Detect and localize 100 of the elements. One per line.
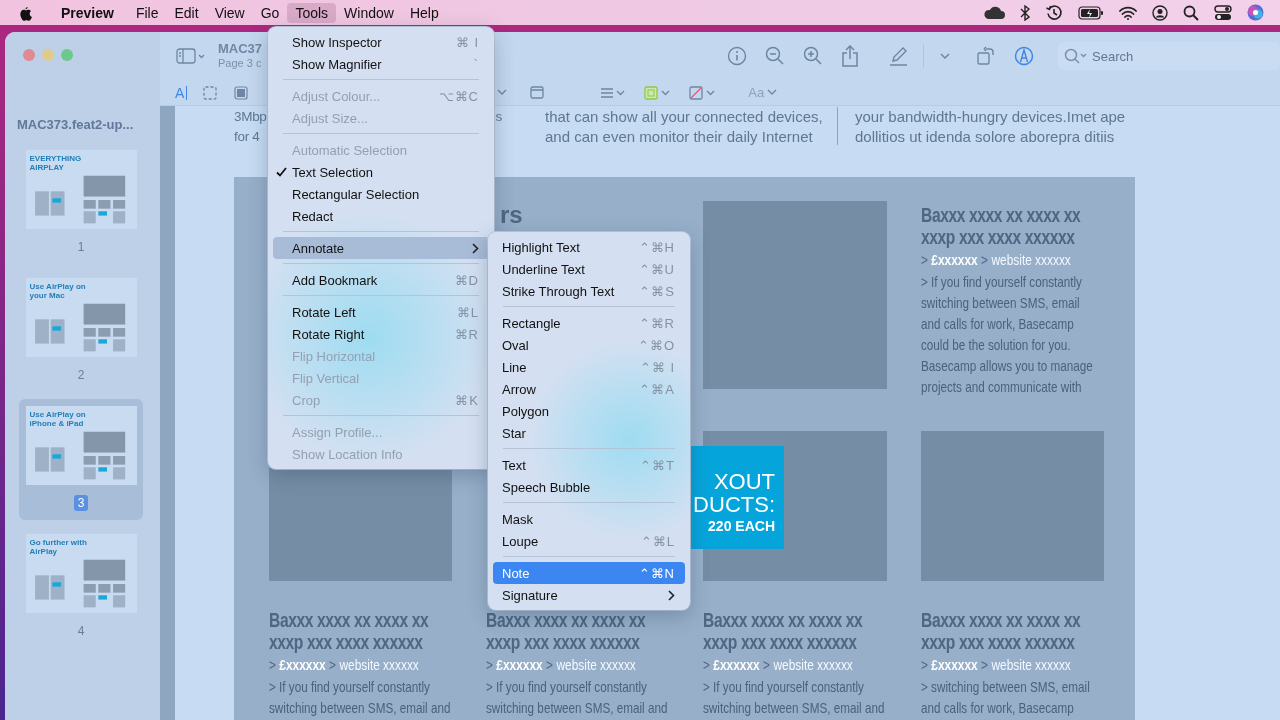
menu-item-label: Adjust Colour... <box>292 88 381 104</box>
promo-text: 220 EACH <box>708 517 775 536</box>
article-headline: xxxp xxx xxxx xxxxxx <box>703 631 857 653</box>
menu-item[interactable]: Loupe ⌃⌘L <box>493 530 685 552</box>
shortcut-text: ⌃⌘H <box>638 239 675 255</box>
menu-item[interactable]: Highlight Text ⌃⌘H <box>493 236 685 258</box>
article-text: switching between SMS, email and <box>269 698 451 718</box>
article-headline: xxxp xxx xxxx xxxxxx <box>921 631 1075 653</box>
article-text: > If you find yourself constantly <box>269 677 430 697</box>
menu-item-label: Arrow <box>502 381 536 397</box>
chevron-text: > <box>329 656 337 675</box>
author-name: £xxxxxx <box>931 656 978 675</box>
menu-item-label: Show Magnifier <box>292 56 382 72</box>
menu-item-label: Highlight Text <box>502 239 580 255</box>
shortcut-text: ⌃⌘A <box>639 381 675 397</box>
menu-item[interactable]: Arrow ⌃⌘A <box>493 378 685 400</box>
menu-item-label: Automatic Selection <box>292 142 407 158</box>
menu-bar-item[interactable]: Window <box>336 2 402 23</box>
menu-item[interactable]: Rotate Left ⌘L <box>273 301 489 323</box>
article-text: switching between SMS, email <box>921 293 1080 313</box>
menu-item[interactable]: Rectangular Selection <box>273 183 489 205</box>
menu-item-label: Redact <box>292 208 334 224</box>
article-text: > If you find yourself constantly <box>703 677 864 697</box>
menu-item[interactable]: Mask <box>493 508 685 530</box>
shortcut-text: ⌃⌘L <box>640 533 675 549</box>
article-text: > If you find yourself constantly <box>921 272 1082 292</box>
article-text: and calls for work, Basecamp <box>921 314 1074 334</box>
menu-item[interactable]: Show Magnifier ` <box>273 53 489 75</box>
menu-item-label: Strike Through Text <box>502 283 615 299</box>
menu-item-label: Line <box>502 359 527 375</box>
menu-bar-item[interactable]: Tools <box>287 2 337 23</box>
body-text: your bandwidth-hungry devices.Imet ape <box>855 108 1126 125</box>
menu-item[interactable]: Line ⌃⌘ I <box>493 356 685 378</box>
shortcut-text: ⌘D <box>454 272 479 288</box>
article-headline: xxxp xxx xxxx xxxxxx <box>486 631 640 653</box>
menu-item-label: Signature <box>502 587 558 603</box>
menu-bar-item[interactable]: Edit <box>166 2 207 23</box>
menu-bar-item[interactable]: View <box>206 2 253 23</box>
article-text: switching between SMS, email and <box>486 698 668 718</box>
body-text: for 4 <box>234 128 260 146</box>
body-text: dollitios ut idenda solore aborepra ditiis <box>855 128 1115 145</box>
app-menu[interactable]: Preview <box>53 2 122 23</box>
chevron-text: > <box>981 251 989 270</box>
thumbnail-heading: Use AirPlay on iPhone & iPad <box>29 410 87 428</box>
author-name: £xxxxxx <box>279 656 326 675</box>
menu-item-label: Star <box>502 425 526 441</box>
page-number: 3 <box>73 495 89 511</box>
menu-item-label: Mask <box>502 511 534 527</box>
menu-item[interactable]: Text ⌃⌘T <box>493 454 685 476</box>
shortcut-text: ⌥⌘C <box>438 88 479 104</box>
menu-item-label: Note <box>502 565 530 581</box>
article-headline: xxxp xxx xxxx xxxxxx <box>269 631 423 653</box>
menu-bar-item[interactable]: Help <box>401 2 447 23</box>
menu-item[interactable]: Polygon <box>493 400 685 422</box>
thumbnail-heading: EVERYTHING AIRPLAY <box>29 154 83 172</box>
menu-item[interactable]: Oval ⌃⌘O <box>493 334 685 356</box>
chevron-text: > <box>703 656 710 675</box>
page-number: 4 <box>76 623 86 639</box>
menu-item[interactable]: Star <box>493 422 685 444</box>
shortcut-text: ⌃⌘T <box>640 457 675 473</box>
shortcut-text: ⌘ I <box>455 34 479 50</box>
shortcut-text: ⌃⌘O <box>637 337 675 353</box>
menu-bar-item[interactable]: File <box>127 2 167 23</box>
shortcut-text: ⌘L <box>456 304 479 320</box>
promo-text: XOUT <box>713 470 775 493</box>
page-number: 2 <box>76 367 86 383</box>
article-headline: Baxxx xxxx xx xxxx xx <box>921 609 1081 631</box>
search-field[interactable]: Search <box>1058 42 1280 70</box>
menu-item[interactable]: Rotate Right ⌘R <box>273 323 489 345</box>
menu-item[interactable]: Show Inspector ⌘ I <box>273 31 489 53</box>
menu-item[interactable]: Speech Bubble <box>493 476 685 498</box>
menu-item-label: Add Bookmark <box>292 272 378 288</box>
menu-item[interactable]: Note ⌃⌘N <box>493 562 685 584</box>
menu-item[interactable]: Underline Text ⌃⌘U <box>493 258 685 280</box>
menu-item[interactable]: Strike Through Text ⌃⌘S <box>493 280 685 302</box>
menu-item[interactable]: Text Selection <box>273 161 489 183</box>
page-number: 1 <box>76 239 86 255</box>
menu-item[interactable]: Signature <box>493 584 685 606</box>
author-name: £xxxxxx <box>931 251 978 270</box>
menu-item-label: Underline Text <box>502 261 585 277</box>
shortcut-text: ` <box>473 56 479 72</box>
menu-item-label: Flip Horizontal <box>292 348 376 364</box>
article-headline: Baxxx xxxx xx xxxx xx <box>486 609 646 631</box>
menu-item[interactable]: Annotate <box>273 237 489 259</box>
thumbnail-heading: Use AirPlay on your Mac <box>29 282 87 300</box>
menu-item-label: Show Location Info <box>292 446 403 462</box>
menu-item[interactable]: Redact <box>273 205 489 227</box>
thumbnail-heading: Go further with AirPlay <box>29 538 88 556</box>
window-title: MAC37 <box>218 41 263 56</box>
body-text: that can show all your connected devices, <box>545 108 823 125</box>
menu-item[interactable]: Rectangle ⌃⌘R <box>493 312 685 334</box>
menu-item[interactable]: Add Bookmark ⌘D <box>273 269 489 291</box>
article-text: switching between SMS, email and <box>703 698 885 718</box>
chevron-text: > <box>486 656 493 675</box>
menu-item-label: Rotate Left <box>292 304 356 320</box>
author-name: £xxxxxx <box>496 656 543 675</box>
menu-bar-item[interactable]: Go <box>252 2 288 23</box>
section-heading: rs <box>500 201 523 229</box>
menu-item-label: Annotate <box>292 240 345 256</box>
menu-item-label: Polygon <box>502 403 549 419</box>
